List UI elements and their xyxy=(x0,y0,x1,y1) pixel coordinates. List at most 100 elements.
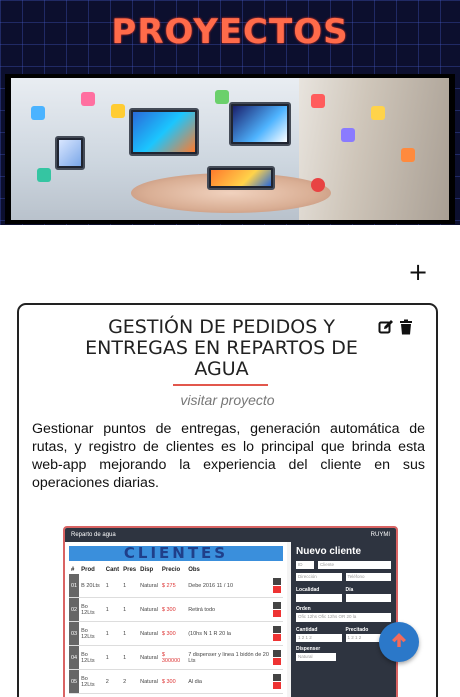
app-icon xyxy=(111,104,125,118)
id-field: ID xyxy=(296,561,314,569)
page-title: PROYECTOS xyxy=(111,12,349,52)
cell: Al dia xyxy=(186,669,271,694)
client-field: Cliente xyxy=(318,561,391,569)
row-edit-button xyxy=(272,578,281,585)
cell: B 20Lts xyxy=(79,574,104,598)
row-edit-button xyxy=(272,626,281,633)
cell: Retirá todo xyxy=(186,597,271,622)
quantity-label: Cantidad xyxy=(296,627,318,633)
preview-topbar: Reparto de agua RUYMI xyxy=(65,528,396,542)
app-icon xyxy=(31,106,45,120)
visit-project-link[interactable]: visitar proyecto xyxy=(19,392,436,408)
phone-field: Teléfono xyxy=(345,573,391,581)
edit-icon[interactable] xyxy=(378,319,394,335)
cell: 2 xyxy=(103,669,122,694)
row-delete-button xyxy=(272,682,281,689)
cell: (10hs N 1 R 20 la xyxy=(186,621,271,646)
preview-user: RUYMI xyxy=(370,532,390,538)
locality-label: Localidad xyxy=(296,587,320,593)
cell-id: 02 xyxy=(69,597,80,622)
header-banner: PROYECTOS xyxy=(0,0,460,225)
table-row: 03 Bo 12Lts 1 1 Natural $ 300 (10hs N 1 … xyxy=(69,621,283,646)
row-delete-button xyxy=(272,634,281,641)
cell: 1 xyxy=(121,621,139,646)
app-icon xyxy=(81,92,95,106)
cell: Natural xyxy=(138,574,160,598)
row-edit-button xyxy=(272,650,281,657)
column-header: Disp xyxy=(140,567,154,573)
cell: Debe 2016 11 / 10 xyxy=(186,574,271,598)
cell: 1 xyxy=(103,645,122,670)
column-header: Cant xyxy=(105,567,120,573)
cell-price: $ 275 xyxy=(159,574,187,598)
cell: Bo 12Lts xyxy=(79,669,104,694)
cell-id: 01 xyxy=(69,574,80,598)
cell: 7 dispenser y linea 1 bidón de 20 Lts xyxy=(186,645,271,670)
cell-price: $ 300 xyxy=(159,621,187,646)
app-icon xyxy=(215,90,229,104)
project-title: GESTIÓN DE PEDIDOS Y ENTREGAS EN REPARTO… xyxy=(85,316,358,380)
cell: Bo 12Lts xyxy=(79,621,104,646)
cell: Natural xyxy=(138,621,160,646)
cell: Natural xyxy=(138,645,160,670)
row-edit-button xyxy=(272,602,281,609)
cell-id: 03 xyxy=(69,621,80,646)
small-phone-image xyxy=(55,136,85,170)
row-delete-button xyxy=(272,586,281,593)
app-icon xyxy=(371,106,385,120)
cell: 1 xyxy=(121,597,139,622)
column-header: Prod xyxy=(81,567,95,573)
row-delete-button xyxy=(272,610,281,617)
project-description: Gestionar puntos de entregas, generación… xyxy=(32,421,425,491)
column-header: Precio xyxy=(161,567,181,573)
arrow-up-icon xyxy=(389,630,409,655)
dispenser-field: Natural xyxy=(296,653,336,661)
cell: Natural xyxy=(138,669,160,694)
row-edit-button xyxy=(272,674,281,681)
locality-select xyxy=(296,594,342,602)
day-label: Día xyxy=(345,587,354,593)
quantity-field: 1 2 1 2 xyxy=(296,634,342,642)
preview-app-title: Reparto de agua xyxy=(71,532,116,538)
cell: Bo 12Lts xyxy=(79,597,104,622)
app-icon xyxy=(37,168,51,182)
schedule-field: Ofic 12hs Ofic 12hs OR 20 la xyxy=(296,613,391,622)
cell: 1 xyxy=(121,574,139,598)
row-delete-button xyxy=(272,658,281,665)
project-preview-image[interactable]: Reparto de agua RUYMI CLIENTES # Prod Ca… xyxy=(63,526,398,697)
cell: Bo 12Lts xyxy=(79,645,104,670)
preview-heading: CLIENTES xyxy=(69,546,283,561)
form-title: Nuevo cliente xyxy=(296,546,362,557)
cell: 2 xyxy=(121,669,139,694)
app-icon xyxy=(311,94,325,108)
cell-price: $ 300000 xyxy=(159,645,187,670)
tablet-image xyxy=(229,102,291,146)
column-header: Obs xyxy=(188,567,200,573)
cell: 1 xyxy=(103,597,122,622)
table-row: 01 B 20Lts 1 1 Natural $ 275 Debe 2016 1… xyxy=(69,574,283,598)
hero-image xyxy=(5,74,455,224)
dispenser-label: Dispenser xyxy=(296,646,321,652)
cell-price: $ 300 xyxy=(159,669,187,694)
add-project-button[interactable]: + xyxy=(406,258,430,286)
app-icon xyxy=(311,178,325,192)
cell-id: 04 xyxy=(69,645,80,670)
cell-price: $ 300 xyxy=(159,597,187,622)
cell: Natural xyxy=(138,597,160,622)
table-row: 05 Bo 12Lts 2 2 Natural $ 300 Al dia xyxy=(69,669,283,694)
preview-form: Nuevo cliente ID Cliente Dirección Teléf… xyxy=(291,542,396,697)
scroll-top-button[interactable] xyxy=(379,622,419,662)
column-header: Pres xyxy=(123,567,137,573)
day-select xyxy=(345,594,391,602)
cell: 1 xyxy=(103,621,122,646)
title-underline xyxy=(173,384,268,386)
cell-id: 05 xyxy=(69,669,80,694)
phone-image xyxy=(207,166,275,190)
address-field: Dirección xyxy=(296,573,342,581)
schedule-label: Orden xyxy=(296,606,311,612)
cell: 1 xyxy=(103,574,122,598)
trash-icon[interactable] xyxy=(398,319,414,335)
table-row: 04 Bo 12Lts 1 1 Natural $ 300000 7 dispe… xyxy=(69,645,283,670)
project-card: GESTIÓN DE PEDIDOS Y ENTREGAS EN REPARTO… xyxy=(17,303,438,697)
app-icon xyxy=(341,128,355,142)
